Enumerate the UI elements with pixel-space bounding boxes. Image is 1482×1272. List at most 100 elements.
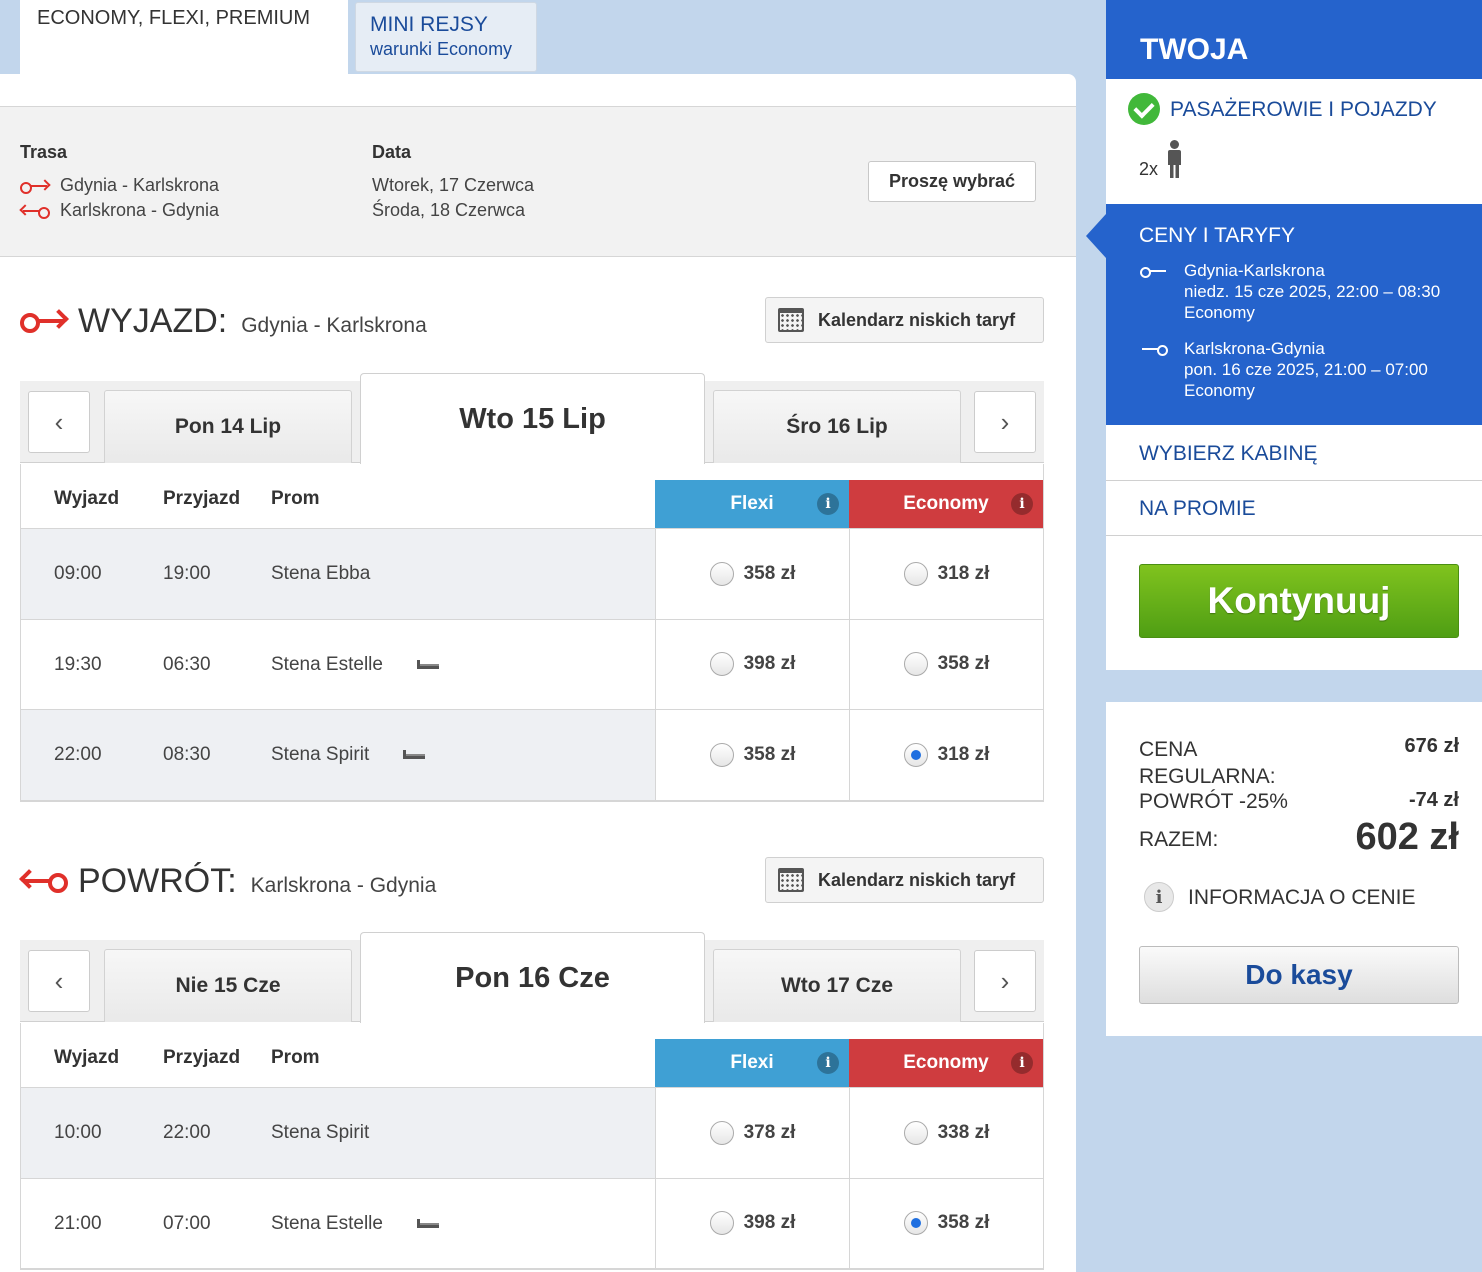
radio-button[interactable] xyxy=(709,742,734,767)
fare-price: 358 zł xyxy=(743,743,796,765)
return-date-prev[interactable]: Nie 15 Cze xyxy=(104,949,352,1022)
step-prices-active[interactable]: CENY I TARYFY Gdynia-Karlskrona niedz. 1… xyxy=(1086,204,1482,425)
step-passengers[interactable]: PASAŻEROWIE I POJAZDY xyxy=(1170,98,1437,122)
tab-economy-flexi-premium[interactable]: ECONOMY, FLEXI, PREMIUM xyxy=(20,0,348,76)
check-icon xyxy=(1128,93,1160,125)
bed-icon xyxy=(416,659,439,669)
radio-button-selected[interactable] xyxy=(903,1211,928,1236)
calendar-icon xyxy=(778,308,804,332)
outbound-calendar-label: Kalendarz niskich taryf xyxy=(818,309,1016,330)
info-icon[interactable]: i xyxy=(1011,493,1033,515)
chevron-left-icon: ‹ xyxy=(54,406,64,437)
return-date-selected[interactable]: Pon 16 Cze xyxy=(360,932,705,1023)
fare-price: 318 zł xyxy=(937,562,990,584)
table-row: 09:00 19:00 Stena Ebba 358 zł 318 zł xyxy=(21,529,1043,620)
summary-outbound-date: Wtorek, 17 Czerwca xyxy=(372,175,535,195)
return-route: Karlskrona - Gdynia xyxy=(250,874,437,897)
economy-fare-option[interactable]: 318 zł xyxy=(849,529,1043,619)
checkout-button[interactable]: Do kasy xyxy=(1139,946,1459,1004)
table-header: Wyjazd Przyjazd Prom Flexi i Economy i xyxy=(21,1023,1043,1088)
economy-fare-option[interactable]: 358 zł xyxy=(849,1178,1043,1268)
flexi-fare-option[interactable]: 358 zł xyxy=(655,710,849,800)
return-date-next[interactable]: Wto 17 Cze xyxy=(713,949,961,1022)
flexi-fare-option[interactable]: 358 zł xyxy=(655,529,849,619)
select-button[interactable]: Proszę wybrać xyxy=(868,161,1036,202)
economy-fare-option[interactable]: 358 zł xyxy=(849,619,1043,709)
chevron-left-icon: ‹ xyxy=(54,965,64,996)
return-next-date-button[interactable]: › xyxy=(974,950,1036,1012)
col-ship: Prom xyxy=(271,1047,320,1068)
price-info-link[interactable]: INFORMACJA O CENIE xyxy=(1188,886,1416,910)
departure-time: 10:00 xyxy=(54,1122,102,1143)
step-cabin[interactable]: WYBIERZ KABINĘ xyxy=(1139,442,1318,466)
return-arrow-icon xyxy=(19,869,68,893)
col-economy: Economy i xyxy=(849,1039,1043,1087)
flexi-fare-option[interactable]: 398 zł xyxy=(655,619,849,709)
ship-name: Stena Estelle xyxy=(271,1213,439,1235)
fare-price: 318 zł xyxy=(937,743,990,765)
date-heading: Data xyxy=(372,142,412,162)
tab-mini-rejsy-label: MINI REJSY xyxy=(370,13,488,36)
outbound-arrow-icon xyxy=(20,179,51,195)
economy-fare-option[interactable]: 318 zł xyxy=(849,710,1043,800)
radio-button[interactable] xyxy=(903,652,928,677)
outbound-route: Gdynia - Karlskrona xyxy=(241,314,427,337)
leg-return: Karlskrona-Gdynia pon. 16 cze 2025, 21:0… xyxy=(1184,339,1428,400)
bed-icon xyxy=(403,750,426,760)
tab-mini-rejsy-sub: warunki Economy xyxy=(370,39,513,59)
radio-button-selected[interactable] xyxy=(903,742,928,767)
regular-price-value: 676 zł xyxy=(1404,735,1459,757)
summary-outbound-route: Gdynia - Karlskrona xyxy=(20,175,219,196)
radio-button[interactable] xyxy=(709,1211,734,1236)
outbound-next-date-button[interactable]: › xyxy=(974,391,1036,453)
outbound-arrow-icon xyxy=(20,309,69,333)
departure-time: 22:00 xyxy=(54,744,102,765)
outbound-calendar-button[interactable]: Kalendarz niskich taryf xyxy=(765,297,1044,343)
info-icon[interactable]: i xyxy=(817,493,839,515)
col-economy: Economy i xyxy=(849,480,1043,528)
outbound-date-prev[interactable]: Pon 14 Lip xyxy=(104,390,352,463)
info-icon[interactable]: i xyxy=(1144,882,1174,912)
radio-button[interactable] xyxy=(709,652,734,677)
fare-price: 358 zł xyxy=(937,653,990,675)
return-arrow-icon xyxy=(1140,343,1168,356)
table-row: 22:00 08:30 Stena Spirit 358 zł 318 zł xyxy=(21,710,1043,801)
fare-price: 378 zł xyxy=(743,1121,796,1143)
info-icon[interactable]: i xyxy=(817,1052,839,1074)
radio-button[interactable] xyxy=(903,1120,928,1145)
arrival-time: 08:30 xyxy=(163,744,211,765)
economy-fare-option[interactable]: 338 zł xyxy=(849,1088,1043,1178)
radio-button[interactable] xyxy=(709,1120,734,1145)
total-label: RAZEM: xyxy=(1139,828,1219,851)
flexi-fare-option[interactable]: 398 zł xyxy=(655,1178,849,1268)
radio-button[interactable] xyxy=(903,561,928,586)
return-calendar-button[interactable]: Kalendarz niskich taryf xyxy=(765,857,1044,903)
flexi-fare-option[interactable]: 378 zł xyxy=(655,1088,849,1178)
continue-button[interactable]: Kontynuuj xyxy=(1139,564,1459,638)
return-heading: POWRÓT: Karlskrona - Gdynia xyxy=(19,862,437,901)
outbound-prev-date-button[interactable]: ‹ xyxy=(28,391,90,453)
divider xyxy=(1106,535,1482,536)
radio-button[interactable] xyxy=(709,561,734,586)
ship-name: Stena Ebba xyxy=(271,563,371,584)
fare-price: 398 zł xyxy=(743,653,796,675)
info-icon[interactable]: i xyxy=(1011,1052,1033,1074)
leg-outbound: Gdynia-Karlskrona niedz. 15 cze 2025, 22… xyxy=(1184,261,1441,322)
fare-price: 358 zł xyxy=(937,1212,990,1234)
summary-return-route: Karlskrona - Gdynia xyxy=(19,200,219,221)
col-flexi: Flexi i xyxy=(655,1039,849,1087)
arrival-time: 06:30 xyxy=(163,653,211,675)
divider xyxy=(1106,480,1482,481)
outbound-date-selected[interactable]: Wto 15 Lip xyxy=(360,373,705,464)
outbound-heading: WYJAZD: Gdynia - Karlskrona xyxy=(20,302,427,341)
tab-mini-rejsy[interactable]: MINI REJSY warunki Economy xyxy=(355,2,537,72)
fare-price: 358 zł xyxy=(743,562,796,584)
arrival-time: 22:00 xyxy=(163,1122,211,1143)
return-prev-date-button[interactable]: ‹ xyxy=(28,950,90,1012)
passenger-count: 2x xyxy=(1139,159,1159,179)
main-panel: Trasa Data Gdynia - Karlskrona Karlskron… xyxy=(0,74,1076,1272)
outbound-date-next[interactable]: Śro 16 Lip xyxy=(713,390,961,463)
fare-price: 398 zł xyxy=(743,1212,796,1234)
step-onboard[interactable]: NA PROMIE xyxy=(1139,497,1256,521)
col-ship: Prom xyxy=(271,488,320,509)
